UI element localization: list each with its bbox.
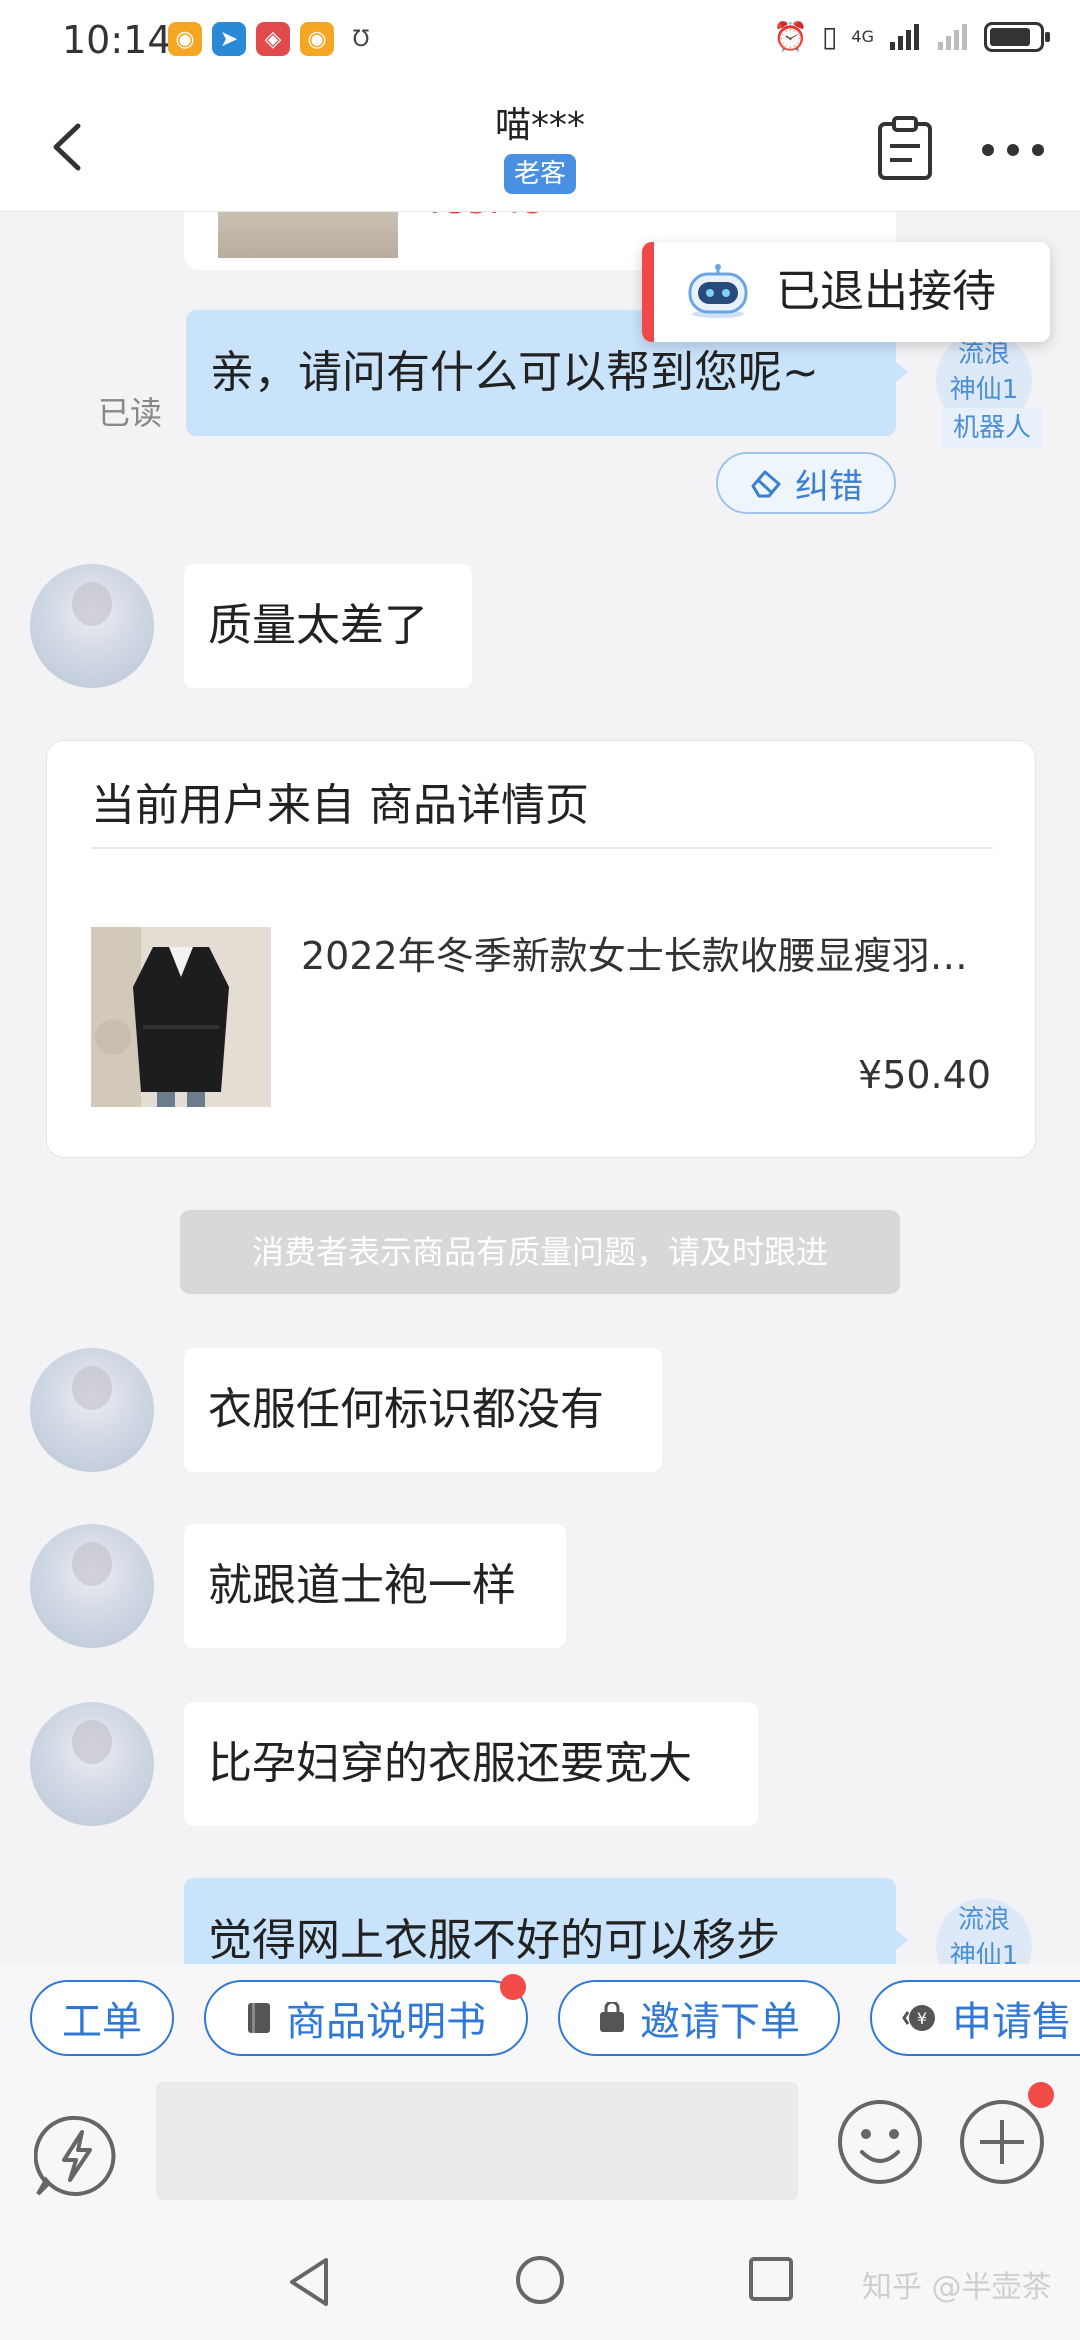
message-text: 衣服任何标识都没有 xyxy=(208,1384,604,1436)
message-text: 觉得网上衣服不好的可以移步 xyxy=(208,1915,780,1964)
toast-accent-bar xyxy=(642,242,654,342)
message-input[interactable] xyxy=(156,2082,798,2200)
message-text: 质量太差了 xyxy=(208,600,428,652)
more-options-icon[interactable] xyxy=(980,140,1046,160)
customer-avatar[interactable] xyxy=(30,1524,154,1648)
nav-recents-icon[interactable] xyxy=(748,2256,794,2302)
divider xyxy=(91,847,993,849)
product-name: 2022年冬季新款女士长款收腰显瘦羽绒服 xyxy=(301,934,993,978)
chip-label: 工单 xyxy=(62,1999,142,2045)
status-bar: 10:14 ◉ ➤ ◈ ◉ Ʊ ⏰ ▯ 4G xyxy=(0,0,1080,84)
customer-avatar[interactable] xyxy=(30,1702,154,1826)
quick-actions-bar: 工单 商品说明书 邀请下单 ¥ 申请售 xyxy=(0,1964,1080,2082)
robot-label: 机器人 xyxy=(942,408,1042,448)
signal-icon xyxy=(890,23,919,50)
customer-message-bubble[interactable]: 衣服任何标识都没有 xyxy=(184,1348,662,1472)
battery-icon xyxy=(984,21,1050,52)
nav-home-icon[interactable] xyxy=(514,2254,566,2306)
message-text: 比孕妇穿的衣服还要宽大 xyxy=(208,1738,692,1790)
product-price: ¥35.48 xyxy=(424,212,543,232)
status-time: 10:14 xyxy=(62,18,172,62)
customer-message-bubble[interactable]: 质量太差了 xyxy=(184,564,472,688)
coat-image xyxy=(91,927,271,1107)
agent-name-line2: 神仙1 xyxy=(949,375,1019,405)
emoji-icon[interactable] xyxy=(836,2098,924,2186)
agent-name-line1: 流浪 xyxy=(957,1905,1010,1935)
message-text: 亲，请问有什么可以帮到您呢~ xyxy=(210,347,819,399)
chat-header: 喵*** 老客 xyxy=(0,84,1080,212)
notification-dot xyxy=(1028,2082,1054,2108)
apply-aftersale-chip[interactable]: ¥ 申请售 xyxy=(870,1980,1080,2056)
user-source-card[interactable]: 当前用户来自 商品详情页 2022年冬季新款女士长款收腰显瘦羽绒服 ¥50.40 xyxy=(46,740,1036,1158)
exit-toast-text: 已退出接待 xyxy=(776,266,996,317)
signal-4g-icon: 4G xyxy=(851,27,874,46)
chat-messages[interactable]: ¥35.48 已退出接待 已读 亲，请问有什么可以帮到您呢~ 流浪 神仙1 机器… xyxy=(0,212,1080,1964)
weibo-icon: ◉ xyxy=(168,22,202,56)
input-bar xyxy=(0,2082,1080,2222)
weibo-icon: ◉ xyxy=(300,22,334,56)
nav-back-icon[interactable] xyxy=(286,2256,334,2308)
chip-label: 邀请下单 xyxy=(640,1999,800,2045)
signal-icon xyxy=(938,23,967,50)
taobao-icon: Ʊ xyxy=(344,22,378,56)
product-thumbnail xyxy=(218,212,398,258)
agent-avatar[interactable]: 流浪 神仙1 xyxy=(936,332,1032,428)
customer-avatar[interactable] xyxy=(30,1348,154,1472)
vibrate-icon: ▯ xyxy=(822,20,838,53)
customer-message-bubble[interactable]: 比孕妇穿的衣服还要宽大 xyxy=(184,1702,758,1826)
alarm-icon: ⏰ xyxy=(773,20,808,53)
message-text: 就跟道士袍一样 xyxy=(208,1560,516,1612)
returning-customer-badge: 老客 xyxy=(504,154,576,194)
chip-label: 商品说明书 xyxy=(286,1999,486,2045)
notification-dot xyxy=(500,1974,526,2000)
system-notice: 消费者表示商品有质量问题，请及时跟进 xyxy=(180,1210,900,1294)
eraser-icon xyxy=(751,470,781,498)
svg-text:¥: ¥ xyxy=(917,2009,927,2028)
agent-avatar[interactable]: 流浪 神仙1 xyxy=(936,1898,1032,1964)
product-manual-chip[interactable]: 商品说明书 xyxy=(204,1980,528,2056)
correct-error-button[interactable]: 纠错 xyxy=(716,452,896,514)
product-image[interactable] xyxy=(91,927,271,1107)
customer-message-bubble[interactable]: 就跟道士袍一样 xyxy=(184,1524,566,1648)
source-card-title: 当前用户来自 商品详情页 xyxy=(91,780,589,831)
shopping-bag-icon xyxy=(600,2002,624,2032)
agent-message-bubble[interactable]: 觉得网上衣服不好的可以移步 xyxy=(184,1878,908,1964)
read-status: 已读 xyxy=(98,394,163,432)
agent-name-line2: 神仙1 xyxy=(949,1941,1019,1964)
correct-button-label: 纠错 xyxy=(795,466,863,507)
notification-icons: ◉ ➤ ◈ ◉ Ʊ xyxy=(168,22,378,56)
book-icon xyxy=(248,2003,270,2033)
add-more-icon[interactable] xyxy=(958,2098,1046,2186)
product-price: ¥50.40 xyxy=(858,1053,991,1097)
clipboard-icon[interactable] xyxy=(876,116,934,182)
system-nav-bar: 知乎 @半壶茶 xyxy=(0,2222,1080,2340)
refund-icon: ¥ xyxy=(902,2005,935,2031)
exit-reception-toast: 已退出接待 xyxy=(642,242,1050,342)
customer-avatar[interactable] xyxy=(30,564,154,688)
chip-label: 申请售 xyxy=(952,1999,1072,2045)
work-order-chip[interactable]: 工单 xyxy=(30,1980,174,2056)
maps-icon: ➤ xyxy=(212,22,246,56)
watermark: 知乎 @半壶茶 xyxy=(862,2270,1052,2305)
robot-icon xyxy=(688,264,748,318)
invite-order-chip[interactable]: 邀请下单 xyxy=(558,1980,840,2056)
system-icons: ⏰ ▯ 4G xyxy=(773,20,1050,53)
quick-reply-lightning-icon[interactable] xyxy=(34,2114,118,2198)
shop-icon: ◈ xyxy=(256,22,290,56)
